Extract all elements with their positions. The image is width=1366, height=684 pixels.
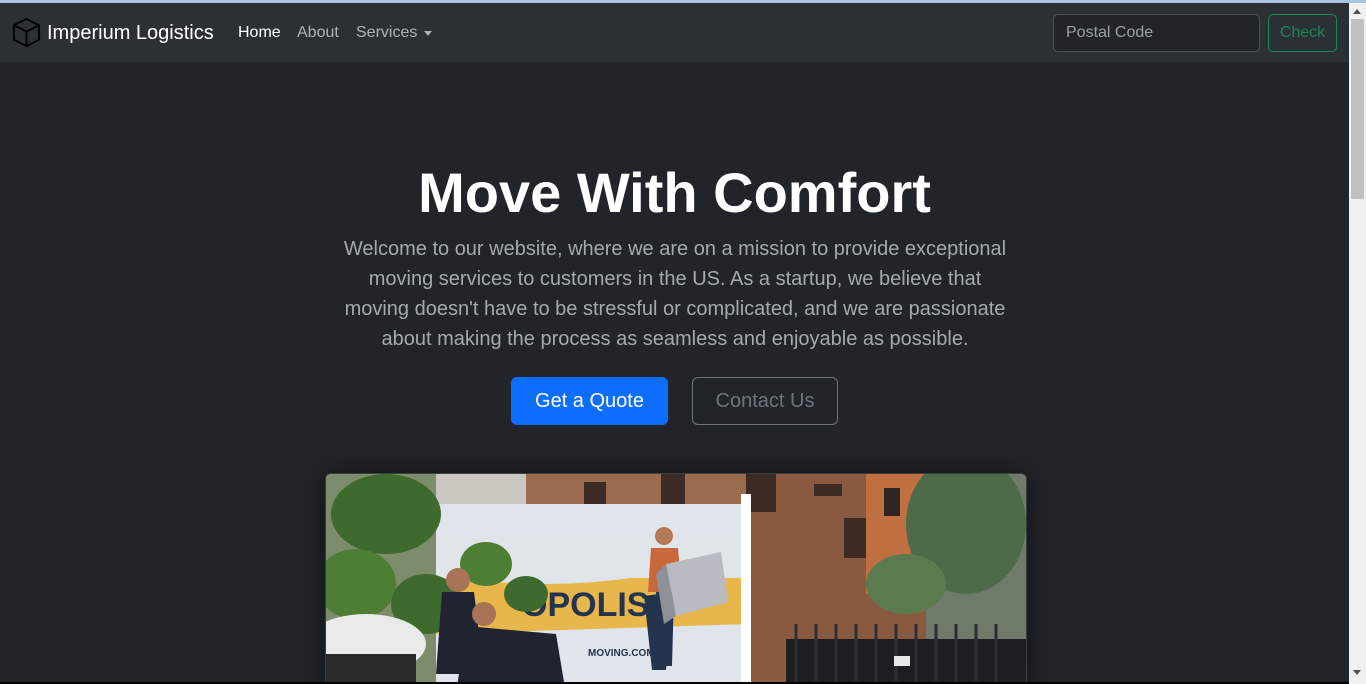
nav-services-label: Services — [356, 24, 418, 41]
brand-name: Imperium Logistics — [47, 21, 214, 44]
nav-about[interactable]: About — [297, 23, 339, 43]
vertical-scrollbar[interactable] — [1349, 3, 1366, 684]
caret-down-icon — [424, 30, 433, 36]
svg-text:MOVING.COM: MOVING.COM — [588, 648, 655, 659]
nav-home[interactable]: Home — [238, 23, 281, 43]
navbar: Imperium Logistics Home About Services C… — [0, 3, 1349, 62]
nav-services-dropdown[interactable]: Services — [356, 23, 433, 43]
scroll-up-arrow-icon[interactable] — [1353, 9, 1361, 14]
box-icon — [11, 17, 42, 48]
scroll-thumb[interactable] — [1351, 19, 1364, 199]
check-button[interactable]: Check — [1268, 14, 1337, 52]
brand-link[interactable]: Imperium Logistics — [11, 17, 214, 48]
hero-title: Move With Comfort — [418, 161, 931, 224]
postal-code-input[interactable] — [1053, 14, 1260, 52]
contact-us-button[interactable]: Contact Us — [692, 377, 838, 425]
page: Imperium Logistics Home About Services C… — [0, 3, 1349, 684]
scroll-down-arrow-icon[interactable] — [1353, 670, 1361, 675]
get-quote-button[interactable]: Get a Quote — [511, 377, 668, 425]
hero-lead-text: Welcome to our website, where we are on … — [343, 238, 1007, 350]
hero-photo-moving-truck: OPOLIS MOVING.COM — [325, 473, 1027, 684]
